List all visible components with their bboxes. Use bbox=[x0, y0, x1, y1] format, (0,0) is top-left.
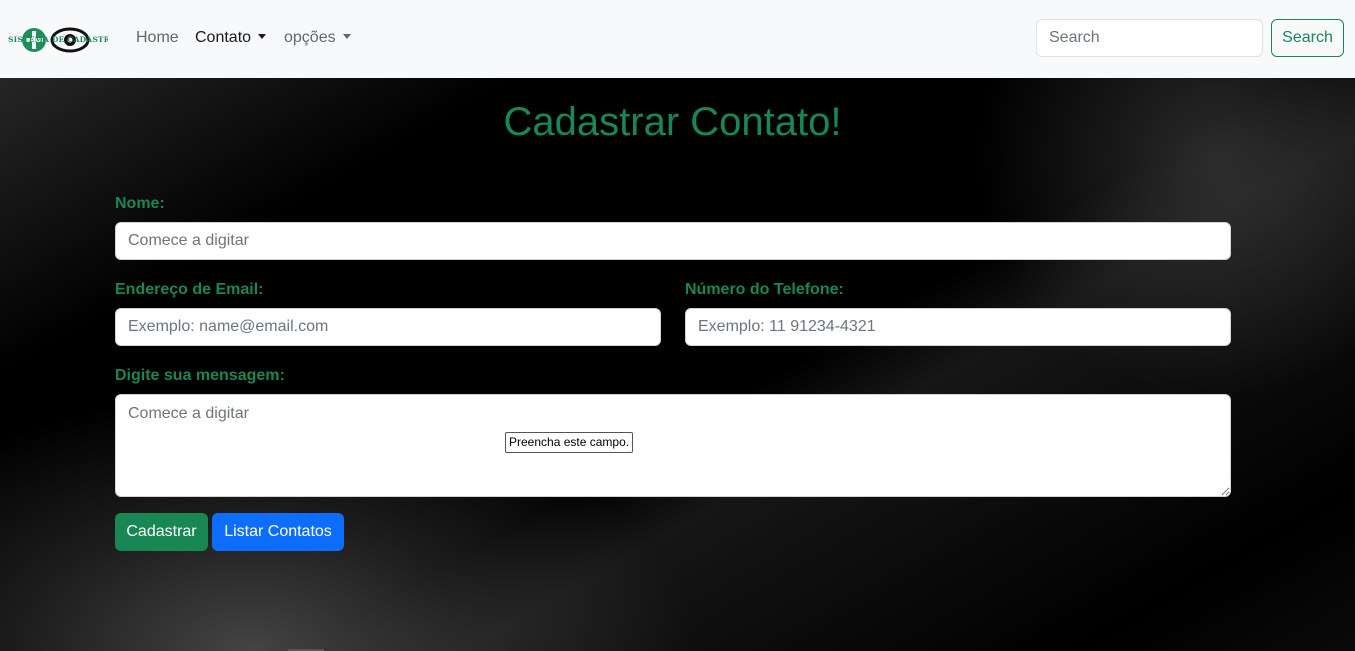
email-label: Endereço de Email: bbox=[115, 281, 264, 298]
email-input[interactable] bbox=[115, 308, 661, 346]
main-content: Cadastrar Contato! Nome: Endereço de Ema… bbox=[0, 78, 1355, 651]
name-input[interactable] bbox=[115, 222, 1231, 260]
name-label: Nome: bbox=[115, 195, 165, 212]
message-label: Digite sua mensagem: bbox=[115, 367, 285, 384]
search-button[interactable]: Search bbox=[1271, 19, 1344, 57]
nav-contato-label: Contato bbox=[195, 29, 252, 46]
phone-input[interactable] bbox=[685, 308, 1231, 346]
nav-opcoes-label: opções bbox=[284, 29, 336, 46]
nav-home[interactable]: Home bbox=[136, 28, 179, 48]
page-title: Cadastrar Contato! bbox=[503, 100, 842, 144]
listar-contatos-button[interactable]: Listar Contatos bbox=[212, 513, 344, 551]
search-input[interactable] bbox=[1036, 19, 1263, 57]
navbar: SISTEMA DE CADASTRO Home Contato opções … bbox=[0, 0, 1355, 78]
cadastrar-button[interactable]: Cadastrar bbox=[115, 513, 208, 551]
caret-down-icon bbox=[258, 34, 267, 39]
nav-contato-dropdown[interactable]: Contato bbox=[195, 28, 267, 48]
nav-opcoes-dropdown[interactable]: opções bbox=[284, 28, 351, 48]
phone-label: Número do Telefone: bbox=[685, 281, 844, 298]
message-textarea[interactable] bbox=[115, 394, 1231, 497]
caret-down-icon bbox=[342, 34, 351, 39]
logo-icon[interactable]: SISTEMA DE CADASTRO bbox=[8, 25, 108, 55]
svg-text:SISTEMA DE CADASTRO: SISTEMA DE CADASTRO bbox=[8, 35, 108, 44]
validation-tooltip: Preencha este campo. bbox=[505, 432, 634, 453]
